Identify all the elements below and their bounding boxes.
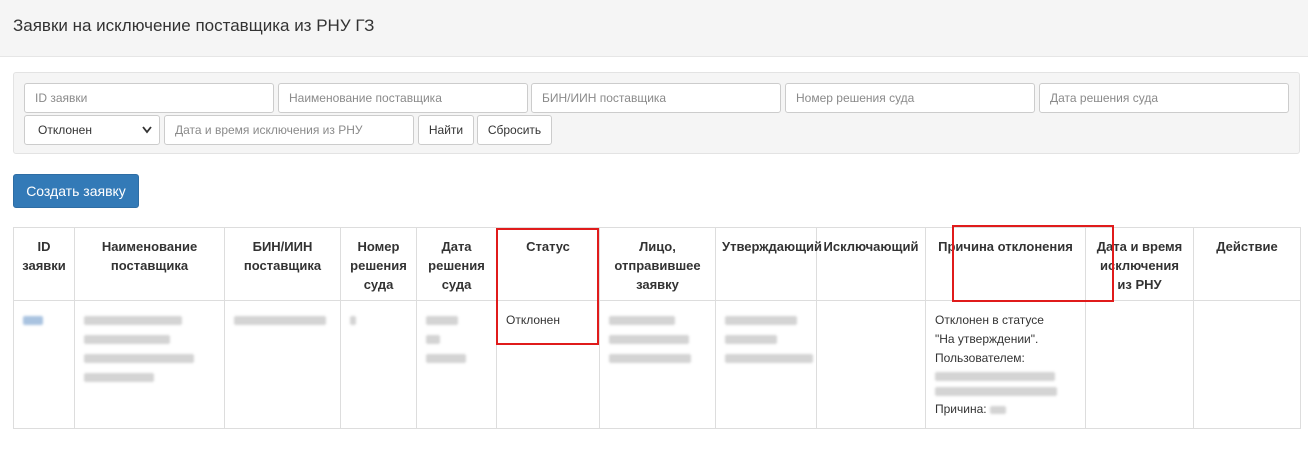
column-header-court-decision-number: Номер решения суда (340, 227, 417, 301)
redacted-text (234, 316, 326, 325)
cell-exclusion-datetime (1085, 300, 1194, 429)
bin-input[interactable] (531, 83, 781, 113)
page-header: Заявки на исключение поставщика из РНУ Г… (0, 0, 1308, 57)
find-button[interactable]: Найти (418, 115, 474, 145)
cell-approver (715, 300, 817, 429)
column-header-approver: Утверждающий (715, 227, 822, 301)
redacted-text (989, 405, 1006, 414)
column-header-excluder: Исключающий (816, 227, 926, 301)
column-header-rejection-reason: Причина отклонения (925, 227, 1086, 301)
redacted-text (350, 316, 356, 325)
column-header-exclusion-datetime: Дата и время исключения из РНУ (1085, 227, 1194, 301)
redacted-text (725, 354, 813, 363)
redacted-text (84, 335, 170, 344)
reason-line: Отклонен в статусе (935, 313, 1044, 327)
reason-line: Пользователем: (935, 351, 1025, 365)
table-row: Отклонен Отклонен в статусе "На утвержде… (13, 300, 1301, 429)
redacted-text (609, 354, 691, 363)
redacted-text (84, 373, 154, 382)
redacted-text (84, 316, 182, 325)
cell-id (13, 300, 75, 429)
redacted-text (609, 335, 689, 344)
redacted-id[interactable] (23, 316, 43, 325)
cell-rejection-reason: Отклонен в статусе "На утверждении". Пол… (925, 300, 1086, 429)
cell-excluder (816, 300, 926, 429)
cell-bin (224, 300, 341, 429)
request-id-input[interactable] (24, 83, 274, 113)
column-header-supplier-name: Наименование поставщика (74, 227, 225, 301)
page-title: Заявки на исключение поставщика из РНУ Г… (13, 16, 375, 35)
court-decision-date-input[interactable] (1039, 83, 1289, 113)
column-header-court-decision-date: Дата решения суда (416, 227, 497, 301)
redacted-text (426, 354, 466, 363)
reason-line: Причина: (935, 400, 1076, 419)
filter-panel: Отклонен Найти Сбросить (13, 72, 1300, 154)
redacted-text (426, 335, 440, 344)
redacted-text (725, 335, 777, 344)
table-header-row: ID заявки Наименование поставщика БИН/ИИ… (13, 227, 1301, 301)
redacted-text (426, 316, 458, 325)
column-header-status: Статус (496, 227, 600, 301)
cell-sender (599, 300, 716, 429)
cell-supplier-name (74, 300, 225, 429)
status-select[interactable]: Отклонен (24, 115, 160, 145)
cell-status: Отклонен (496, 300, 600, 429)
reset-button[interactable]: Сбросить (477, 115, 552, 145)
requests-table: ID заявки Наименование поставщика БИН/ИИ… (13, 227, 1301, 429)
cell-action (1193, 300, 1301, 429)
status-select-value: Отклонен (38, 123, 92, 137)
exclusion-datetime-input[interactable] (164, 115, 414, 145)
reason-line: "На утверждении". (935, 332, 1039, 346)
column-header-action: Действие (1193, 227, 1301, 301)
column-header-id: ID заявки (13, 227, 75, 301)
reason-label: Причина: (935, 402, 987, 416)
chevron-down-icon (141, 116, 153, 155)
column-header-sender: Лицо, отправившее заявку (599, 227, 716, 301)
supplier-name-input[interactable] (278, 83, 528, 113)
redacted-text (84, 354, 194, 363)
court-decision-number-input[interactable] (785, 83, 1035, 113)
redacted-text (609, 316, 675, 325)
redacted-text (935, 387, 1057, 396)
column-header-bin: БИН/ИИН поставщика (224, 227, 341, 301)
redacted-text (935, 372, 1055, 381)
redacted-text (725, 316, 797, 325)
cell-court-decision-date (416, 300, 497, 429)
cell-court-decision-number (340, 300, 417, 429)
create-request-button[interactable]: Создать заявку (13, 174, 139, 208)
